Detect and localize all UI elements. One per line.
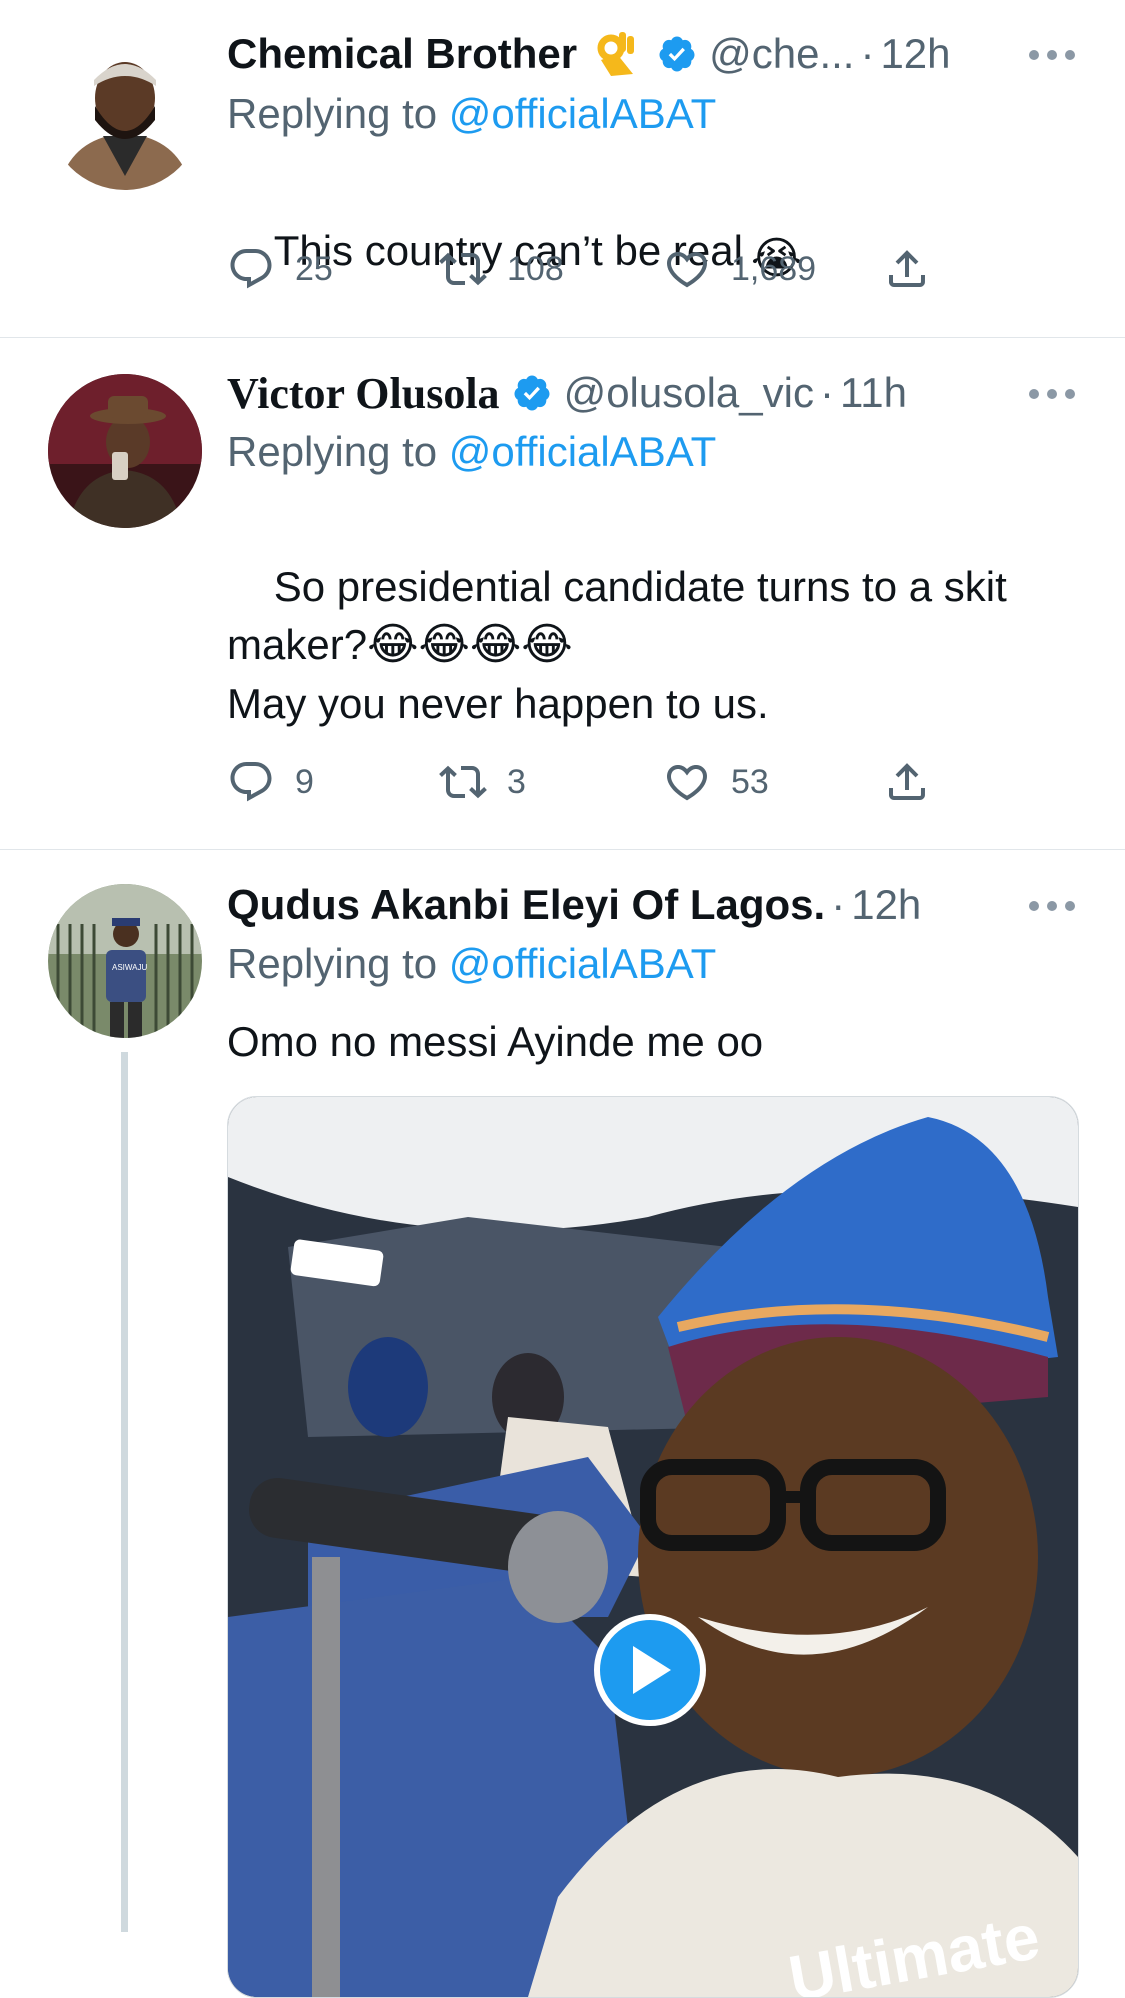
- retweet-button[interactable]: 108: [439, 244, 564, 294]
- display-name[interactable]: Chemical Brother: [227, 30, 577, 78]
- more-icon[interactable]: [1029, 899, 1075, 913]
- tweet-divider: [0, 849, 1125, 850]
- reply-button[interactable]: 9: [227, 757, 314, 807]
- avatar[interactable]: [48, 36, 202, 190]
- tweet-header: Victor Olusola @olusola_vic · 11h: [227, 363, 907, 423]
- like-count: 1,689: [731, 249, 817, 288]
- retweet-button[interactable]: 3: [439, 757, 526, 807]
- shirt-text: ASIWAJU: [112, 963, 147, 972]
- user-handle[interactable]: @che...: [709, 30, 854, 78]
- thread-line: [121, 1052, 128, 1932]
- avatar[interactable]: ASIWAJU: [48, 884, 202, 1038]
- tweet-header: Chemical Brother @che... · 12h: [227, 24, 951, 84]
- ok-hand-emoji: [593, 30, 641, 78]
- replying-to-link[interactable]: @officialABAT: [449, 428, 717, 475]
- timestamp[interactable]: 12h: [851, 881, 921, 929]
- tweet-actions: 9 3 53: [227, 757, 947, 807]
- timestamp[interactable]: 12h: [880, 30, 950, 78]
- reply-count: 9: [295, 762, 314, 801]
- reply-icon: [230, 249, 272, 289]
- replying-to-label: Replying to: [227, 940, 438, 987]
- timestamp[interactable]: 11h: [840, 369, 907, 417]
- tweet-actions: 25 108 1,689: [227, 244, 947, 294]
- retweet-count: 3: [507, 762, 526, 801]
- like-button[interactable]: 1,689: [663, 244, 816, 294]
- play-icon: [633, 1646, 671, 1694]
- laughing-emoji: 😂😂😂😂: [367, 620, 573, 669]
- replying-to-label: Replying to: [227, 428, 438, 475]
- tweet-text-second-paragraph: May you never happen to us.: [227, 680, 769, 727]
- reply-icon: [230, 762, 272, 802]
- retweet-count: 108: [507, 249, 564, 288]
- replying-to: Replying to @officialABAT: [227, 940, 716, 988]
- like-icon: [666, 252, 708, 288]
- like-count: 53: [731, 762, 769, 801]
- share-button[interactable]: [883, 244, 951, 294]
- retweet-icon: [439, 765, 487, 799]
- more-icon[interactable]: [1029, 387, 1075, 401]
- avatar[interactable]: [48, 374, 202, 528]
- tweet-header: Qudus Akanbi Eleyi Of Lagos. · 12h: [227, 875, 921, 935]
- share-icon: [889, 763, 925, 800]
- verified-badge-icon: [514, 375, 550, 411]
- verified-badge-icon: [659, 36, 695, 72]
- separator-dot: ·: [860, 30, 875, 77]
- replying-to-label: Replying to: [227, 90, 438, 137]
- like-button[interactable]: 53: [663, 757, 769, 807]
- more-icon[interactable]: [1029, 48, 1075, 62]
- tweet-text: Omo no messi Ayinde me oo: [227, 1018, 764, 1065]
- reply-count: 25: [295, 249, 333, 288]
- play-button[interactable]: [594, 1614, 706, 1726]
- separator-dot: ·: [819, 369, 834, 416]
- separator-dot: ·: [831, 881, 846, 928]
- replying-to: Replying to @officialABAT: [227, 90, 716, 138]
- share-icon: [889, 250, 925, 287]
- retweet-icon: [439, 252, 487, 286]
- replying-to-link[interactable]: @officialABAT: [449, 940, 717, 987]
- video-thumbnail[interactable]: Ultimate: [227, 1096, 1079, 1998]
- replying-to-link[interactable]: @officialABAT: [449, 90, 717, 137]
- replying-to: Replying to @officialABAT: [227, 428, 716, 476]
- tweet-divider: [0, 337, 1125, 338]
- display-name[interactable]: Victor Olusola: [227, 368, 500, 419]
- like-icon: [666, 765, 708, 801]
- user-handle[interactable]: @olusola_vic: [564, 369, 814, 417]
- tweet-text-content: So presidential candidate turns to a ski…: [227, 563, 1019, 668]
- display-name[interactable]: Qudus Akanbi Eleyi Of Lagos.: [227, 881, 825, 929]
- reply-button[interactable]: 25: [227, 244, 333, 294]
- share-button[interactable]: [883, 757, 951, 807]
